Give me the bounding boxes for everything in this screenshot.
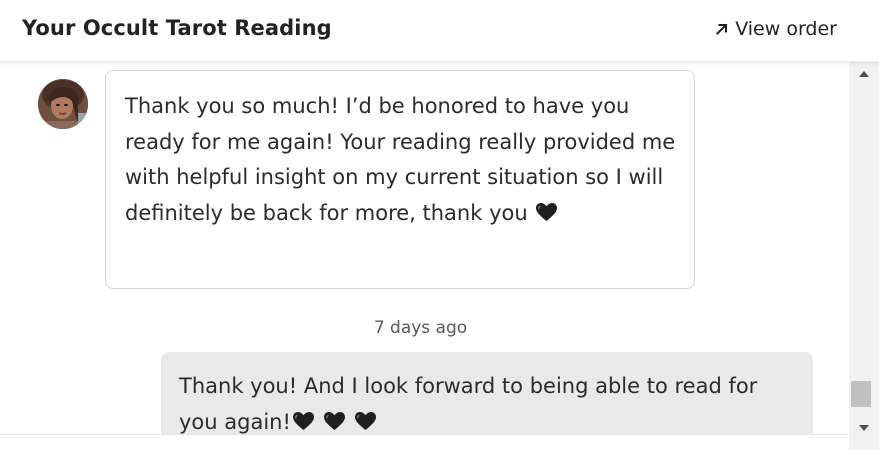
- avatar-portrait-icon: [38, 79, 88, 129]
- black-heart-icon: [354, 411, 376, 430]
- message-thread[interactable]: Thank you so much! I’d be honored to hav…: [0, 62, 849, 450]
- arrow-up-right-icon: [716, 23, 728, 35]
- black-heart-icon: [536, 202, 558, 221]
- conversation-header: Your Occult Tarot Reading View order: [0, 0, 879, 62]
- view-order-link[interactable]: View order: [714, 18, 837, 40]
- scroll-up-button[interactable]: [849, 62, 879, 86]
- user-avatar[interactable]: [38, 79, 88, 129]
- page-title: Your Occult Tarot Reading: [22, 16, 332, 40]
- triangle-up-icon: [859, 71, 869, 77]
- black-heart-icon: [323, 411, 345, 430]
- triangle-down-icon: [859, 425, 869, 431]
- black-heart-icon: [292, 411, 314, 430]
- view-order-label: View order: [735, 18, 837, 40]
- message-timestamp: 7 days ago: [373, 318, 468, 338]
- incoming-message: Thank you so much! I’d be honored to hav…: [105, 70, 695, 289]
- composer-edge: [0, 434, 849, 450]
- scroll-down-button[interactable]: [849, 416, 879, 440]
- vertical-scrollbar[interactable]: [849, 62, 879, 450]
- outgoing-message-text: Thank you! And I look forward to being a…: [179, 374, 758, 434]
- incoming-message-text: Thank you so much! I’d be honored to hav…: [125, 94, 676, 225]
- scrollbar-thumb[interactable]: [851, 381, 871, 407]
